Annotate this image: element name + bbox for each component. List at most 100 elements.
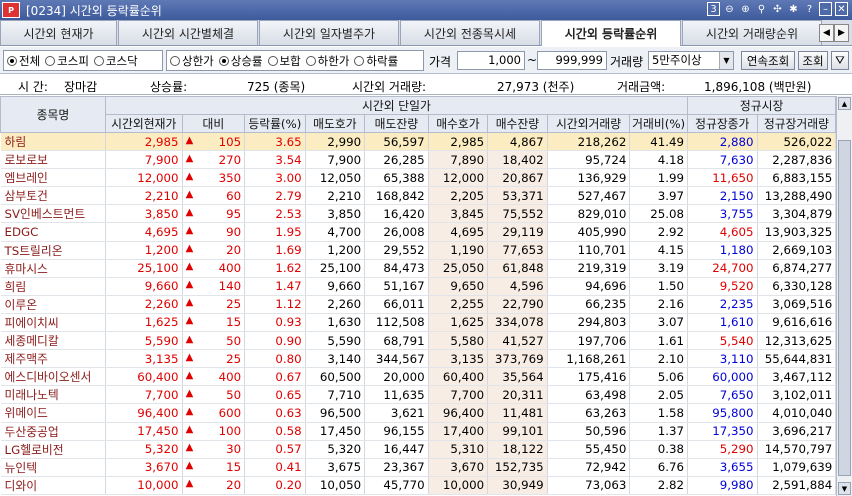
scrollbar-thumb[interactable] (838, 140, 851, 476)
col-header-volume-ratio[interactable]: 거래비(%) (629, 114, 688, 133)
ratio-label: 상승률: (150, 80, 188, 94)
table-row[interactable]: EDGC 4,695 ▲ 90 1.95 4,700 26,008 4,695 29,119 40… (0, 222, 852, 242)
bid-volume-cell: 11,481 (487, 403, 548, 423)
ask-volume-cell: 344,567 (364, 349, 429, 369)
col-header-after-volume[interactable]: 시간외거래량 (546, 114, 631, 133)
radio-circle[interactable] (354, 55, 365, 66)
radio-upper-limit[interactable]: 상한가 (170, 53, 214, 69)
ask-price-cell: 1,630 (305, 313, 366, 333)
table-row[interactable]: 이루온 2,260 ▲ 25 1.12 2,260 66,011 2,255 22,790 66,… (0, 295, 852, 314)
change-cell: ▲ 105 (182, 132, 246, 152)
col-header-name[interactable]: 종목명 (0, 96, 106, 133)
table-row[interactable]: 세종메디칼 5,590 ▲ 50 0.90 5,590 68,791 5,580 41,527 1… (0, 331, 852, 351)
table-row[interactable]: 디와이 10,000 ▲ 20 0.20 10,050 45,770 10,000 30,949… (0, 476, 852, 495)
table-row[interactable]: 미래나노텍 7,700 ▲ 50 0.65 7,710 11,635 7,700 20,311 6… (0, 385, 852, 405)
table-row[interactable]: 두산중공업 17,450 ▲ 100 0.58 17,450 96,155 17,400 99,… (0, 422, 852, 441)
stock-name: 위메이드 (0, 403, 106, 423)
bid-volume-cell: 4,867 (487, 132, 548, 152)
radio-circle[interactable] (218, 55, 229, 66)
radio-flat[interactable]: 보합 (267, 53, 301, 69)
radio-lower-limit[interactable]: 하한가 (305, 53, 349, 69)
table-row[interactable]: 희림 9,660 ▲ 140 1.47 9,660 51,167 9,650 4,596 94,6… (0, 277, 852, 296)
regular-close-cell: 9,980 (687, 476, 758, 495)
col-header-change-rate[interactable]: 등락률(%) (244, 114, 306, 133)
scroll-up-icon[interactable]: ▲ (838, 97, 851, 110)
col-header-regular-volume[interactable]: 정규장거래량 (756, 114, 837, 133)
table-row[interactable]: 뉴인텍 3,670 ▲ 15 0.41 3,675 23,367 3,670 152,735 72… (0, 458, 852, 477)
tab-after-price[interactable]: 시간외 현재가 (0, 20, 117, 45)
window-title: [0234] 시간외 등락률순위 (26, 3, 162, 18)
change-rate-cell: 0.63 (244, 403, 306, 423)
price-tilde: ~ (527, 53, 538, 67)
table-row[interactable]: TS트릴리온 1,200 ▲ 20 1.69 1,200 29,552 1,190 77,653… (0, 241, 852, 260)
tab-after-daily[interactable]: 시간외 일자별주가 (259, 20, 399, 45)
col-header-ask-volume[interactable]: 매도잔량 (364, 114, 429, 133)
tab-next-icon[interactable]: ▶ (834, 24, 849, 42)
table-row[interactable]: SV인베스트먼트 3,850 ▲ 95 2.53 3,850 16,420 3,845 75,5… (0, 204, 852, 224)
col-header-ask-price[interactable]: 매도호가 (304, 114, 366, 133)
after-volume-cell: 72,942 (547, 458, 631, 477)
zoom-in-icon[interactable]: ⊕ (739, 2, 752, 16)
continuous-query-button[interactable]: 연속조회 (741, 51, 795, 70)
regular-close-cell: 1,610 (687, 313, 758, 333)
table-row[interactable]: 피에이치씨 1,625 ▲ 15 0.93 1,630 112,508 1,625 334,07… (0, 313, 852, 333)
after-price-cell: 2,260 (105, 295, 183, 314)
query-button[interactable]: 조회 (798, 51, 828, 70)
col-header-after-price[interactable]: 시간외현재가 (104, 114, 183, 133)
ask-price-cell: 3,140 (305, 349, 366, 369)
tab-prev-icon[interactable]: ◀ (819, 24, 834, 42)
table-row[interactable]: 삼부토건 2,210 ▲ 60 2.79 2,210 168,842 2,205 53,371 5… (0, 186, 852, 206)
tab-after-timely[interactable]: 시간외 시간별체결 (118, 20, 258, 45)
price-to-input[interactable]: 999,999 (537, 51, 607, 70)
filter-icon[interactable]: ⛛ (831, 51, 849, 70)
radio-circle[interactable] (267, 55, 278, 66)
zoom-out-icon[interactable]: ⊖ (723, 2, 736, 16)
radio-rise-rate[interactable]: 상승률 (218, 53, 263, 69)
settings-icon[interactable]: ✱ (787, 2, 800, 16)
tab-after-rise-rank[interactable]: 시간외 등락률순위 (541, 20, 681, 46)
regular-close-cell: 24,700 (687, 259, 758, 278)
radio-circle[interactable] (45, 55, 56, 66)
vertical-scrollbar[interactable]: ▲ ▼ (836, 96, 852, 496)
search-icon[interactable]: ⚲ (755, 2, 768, 16)
table-row[interactable]: 하림 2,985 ▲ 105 3.65 2,990 56,597 2,985 4,867 218,… (0, 132, 852, 152)
col-header-bid-volume[interactable]: 매수잔량 (487, 114, 548, 133)
link-number-icon[interactable]: 3 (707, 2, 720, 16)
price-from-input[interactable]: 1,000 (457, 51, 525, 70)
scroll-down-icon[interactable]: ▼ (838, 482, 851, 495)
table-row[interactable]: 에스디바이오센서 60,400 ▲ 400 0.67 60,500 20,000 60,400… (0, 367, 852, 387)
close-icon[interactable]: ✕ (835, 2, 848, 16)
chevron-down-icon[interactable]: ▼ (719, 52, 733, 69)
ask-volume-cell: 20,000 (364, 367, 429, 387)
volume-ratio-cell: 3.19 (629, 259, 688, 278)
radio-fall-rate[interactable]: 하락률 (354, 53, 398, 69)
table-row[interactable]: 제주맥주 3,135 ▲ 25 0.80 3,140 344,567 3,135 373,769… (0, 349, 852, 369)
stock-name: 두산중공업 (0, 422, 106, 441)
col-header-regular-close[interactable]: 정규장종가 (686, 114, 758, 133)
table-row[interactable]: LG헬로비전 5,320 ▲ 30 0.57 5,320 16,447 5,310 18,122… (0, 440, 852, 459)
radio-circle[interactable] (305, 55, 316, 66)
table-row[interactable]: 엠브레인 12,000 ▲ 350 3.00 12,050 65,388 12,000 20,8… (0, 168, 852, 188)
table-row[interactable]: 휴마시스 25,100 ▲ 400 1.62 25,100 84,473 25,050 61,8… (0, 259, 852, 278)
pin-icon[interactable]: ✣ (771, 2, 784, 16)
tab-after-volume-rank[interactable]: 시간외 거래량순위 (682, 20, 822, 45)
radio-all[interactable]: 전체 (7, 53, 40, 69)
radio-circle[interactable] (93, 55, 104, 66)
radio-label: 코스피 (57, 53, 89, 68)
title-bar: P [0234] 시간외 등락률순위 3 ⊖ ⊕ ⚲ ✣ ✱ ? – ✕ (0, 0, 852, 20)
table-row[interactable]: 로보로보 7,900 ▲ 270 3.54 7,900 26,285 7,890 18,402 9… (0, 150, 852, 170)
change-cell: ▲ 95 (182, 204, 246, 224)
help-icon[interactable]: ? (803, 2, 816, 16)
ask-price-cell: 96,500 (305, 403, 366, 423)
change-rate-cell: 0.90 (244, 331, 306, 351)
radio-kospi[interactable]: 코스피 (45, 53, 89, 69)
tab-after-all-stocks[interactable]: 시간외 전종목시세 (400, 20, 540, 45)
col-header-bid-price[interactable]: 매수호가 (427, 114, 489, 133)
col-header-change[interactable]: 대비 (181, 114, 246, 133)
volume-select[interactable]: 5만주이상 ▼ (648, 51, 734, 70)
table-row[interactable]: 위메이드 96,400 ▲ 600 0.63 96,500 3,621 96,400 11,48… (0, 403, 852, 423)
radio-circle[interactable] (170, 55, 180, 66)
radio-circle[interactable] (7, 55, 17, 66)
minimize-icon[interactable]: – (819, 2, 832, 16)
radio-kosdaq[interactable]: 코스닥 (93, 53, 138, 69)
